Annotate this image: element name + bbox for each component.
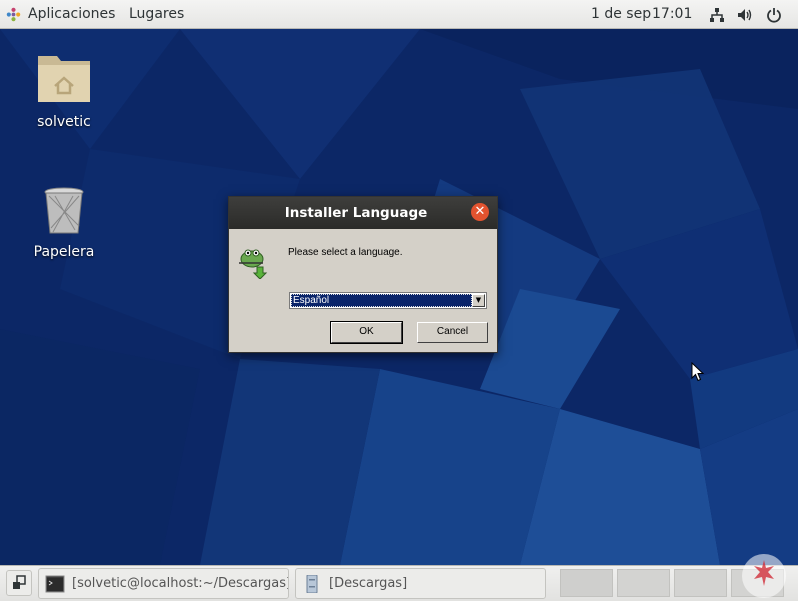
taskbar-window-label: [Descargas] (329, 576, 408, 591)
desktop-icon-home[interactable]: solvetic (14, 48, 114, 130)
dialog-title: Installer Language (284, 205, 428, 221)
mouse-pointer-icon (691, 362, 704, 382)
apps-menu-icon (6, 7, 21, 22)
taskbar-window-label: [solvetic@localhost:~/Descargas] (72, 576, 289, 591)
taskbar-window-terminal[interactable]: [solvetic@localhost:~/Descargas] (38, 568, 289, 599)
terminal-icon (45, 575, 65, 593)
trash-icon (44, 187, 84, 234)
workspace-3[interactable] (674, 569, 727, 597)
language-select[interactable]: Español ▼ (289, 292, 487, 309)
workspace-1[interactable] (560, 569, 613, 597)
chevron-down-icon[interactable]: ▼ (472, 294, 485, 307)
watermark-logo (742, 554, 786, 598)
workspace-2[interactable] (617, 569, 670, 597)
top-panel: Aplicaciones Lugares 1 de sep 17:01 (0, 0, 798, 29)
desktop-icon-label: solvetic (37, 114, 91, 130)
show-desktop-icon (13, 575, 26, 589)
language-select-value[interactable]: Español (291, 294, 472, 307)
dialog-prompt: Please select a language. (288, 247, 403, 258)
show-desktop-button[interactable] (6, 570, 32, 596)
close-icon: ✕ (474, 204, 486, 219)
installer-app-icon (239, 249, 268, 279)
desktop-icon-label: Papelera (33, 244, 95, 260)
window-list-panel: [solvetic@localhost:~/Descargas] [Descar… (0, 565, 798, 601)
power-icon[interactable] (766, 7, 782, 23)
home-folder-icon (38, 56, 90, 102)
dialog-titlebar[interactable]: Installer Language ✕ (229, 197, 497, 229)
clock-time[interactable]: 17:01 (652, 6, 692, 23)
installer-language-dialog: Installer Language ✕ Please select a lan… (228, 196, 498, 353)
taskbar-window-files[interactable]: [Descargas] (295, 568, 546, 599)
places-menu[interactable]: Lugares (129, 6, 184, 23)
network-icon[interactable] (709, 7, 725, 23)
clock-date[interactable]: 1 de sep (591, 6, 651, 23)
desktop-icon-trash[interactable]: Papelera (14, 186, 114, 260)
file-cabinet-icon (306, 575, 318, 593)
applications-menu[interactable]: Aplicaciones (28, 6, 115, 23)
close-button[interactable]: ✕ (471, 203, 489, 221)
cancel-button[interactable]: Cancel (417, 322, 488, 343)
ok-button[interactable]: OK (330, 321, 403, 344)
volume-icon[interactable] (737, 7, 753, 23)
